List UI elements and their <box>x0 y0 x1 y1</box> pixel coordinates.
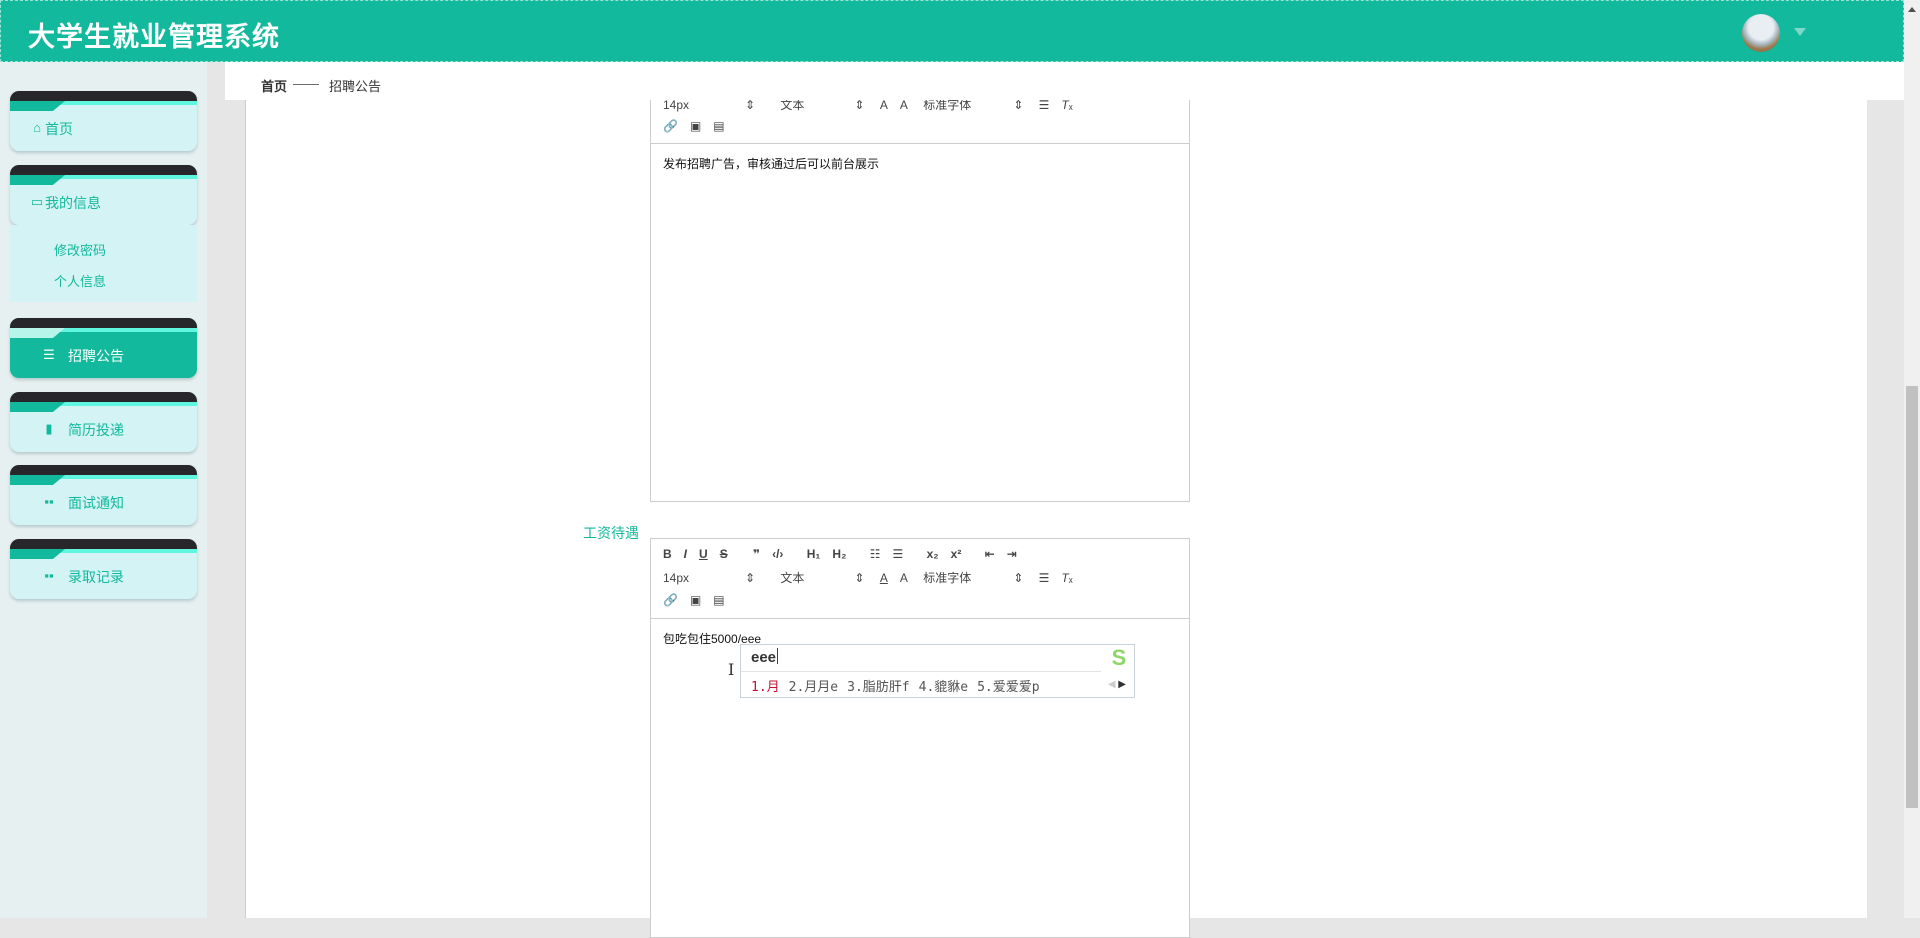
clear-format-icon[interactable]: Tₓ <box>1061 98 1072 112</box>
ime-candidate[interactable]: 4.貔貅e <box>919 680 968 695</box>
sliders-icon: ☰ <box>43 347 55 362</box>
quote-icon[interactable]: ❞ <box>753 547 760 561</box>
sidebar-item-label: 首页 <box>45 121 73 137</box>
ime-candidate[interactable]: 1.月 <box>751 680 780 695</box>
bg-color-icon[interactable]: A <box>900 98 908 112</box>
bullet-list-icon[interactable]: ☰ <box>893 547 904 561</box>
ime-page-arrows-icon[interactable]: ◀ ▶ <box>1108 679 1126 690</box>
video-icon[interactable]: ▤ <box>713 593 724 607</box>
submenu-item-change-password[interactable]: 修改密码 <box>54 240 106 259</box>
sidebar-item-label: 招聘公告 <box>68 348 124 364</box>
editor-toolbar-row: 14px ⇕ 文本 ⇕ AA 标准字体 ⇕ ☰ Tₓ <box>663 569 1073 586</box>
image-icon[interactable]: ▣ <box>690 593 701 607</box>
scroll-up-icon[interactable] <box>1908 7 1916 12</box>
bg-color-icon[interactable]: A <box>900 571 908 585</box>
book-icon: ▮ <box>45 421 53 436</box>
editor-content[interactable]: 发布招聘广告，审核通过后可以前台展示 <box>663 155 879 172</box>
align-icon[interactable]: ☰ <box>1039 98 1050 112</box>
divider <box>651 143 1189 144</box>
ime-composition: eee <box>751 649 777 666</box>
rich-editor-1[interactable]: 14px ⇕ 文本 ⇕ AA 标准字体 ⇕ ☰ Tₓ 🔗 ▣ ▤ 发布招聘广告，审核通过后可… <box>650 80 1190 502</box>
editor-toolbar-row: 🔗 ▣ ▤ <box>663 593 737 607</box>
ime-logo: S <box>1111 645 1127 670</box>
sidebar-item-interview[interactable]: ▪▪ 面试通知 <box>10 465 197 525</box>
sidebar-item-job-posts[interactable]: ☰ 招聘公告 <box>10 318 197 378</box>
outdent-icon[interactable]: ⇤ <box>985 547 995 561</box>
submenu-my-info: 修改密码 个人信息 <box>10 225 197 302</box>
font-color-icon[interactable]: A <box>880 98 888 112</box>
breadcrumb-current: 招聘公告 <box>329 79 382 94</box>
font-size-select[interactable]: 14px <box>663 98 733 112</box>
h1-icon[interactable]: H₁ <box>807 547 821 561</box>
align-icon[interactable]: ☰ <box>1039 571 1050 585</box>
text-cursor-icon: I <box>728 660 735 679</box>
user-avatar[interactable] <box>1742 14 1780 52</box>
ime-candidate[interactable]: 3.脂肪肝f <box>847 680 909 695</box>
strike-icon[interactable]: S <box>720 547 728 561</box>
salary-label: 工资待遇 <box>583 525 639 541</box>
h2-icon[interactable]: H₂ <box>832 547 846 561</box>
heading-select[interactable]: 文本 <box>780 569 842 586</box>
sidebar-item-label: 简历投递 <box>68 422 124 438</box>
caret-down-icon[interactable] <box>1794 28 1806 36</box>
superscript-icon[interactable]: x² <box>951 547 962 561</box>
rich-editor-2[interactable]: BIUS ❞ ‹/› H₁ H₂ ☷ ☰ x₂ x² ⇤ ⇥ 14px ⇕ 文本 ⇕ AA 标… <box>650 538 1190 938</box>
font-family-select[interactable]: 标准字体 <box>923 569 1001 586</box>
sidebar-item-my-info[interactable]: ▭ 我的信息 <box>10 165 197 225</box>
right-gutter <box>1867 100 1904 918</box>
breadcrumb-home[interactable]: 首页 <box>261 76 287 95</box>
sidebar-item-label: 录取记录 <box>68 569 124 585</box>
home-icon: ⌂ <box>33 120 41 135</box>
italic-icon[interactable]: I <box>684 547 687 561</box>
editor-toolbar: BIUS ❞ ‹/› H₁ H₂ ☷ ☰ x₂ x² ⇤ ⇥ <box>663 547 1029 561</box>
sidebar-item-label: 我的信息 <box>45 195 101 211</box>
ordered-list-icon[interactable]: ☷ <box>870 547 881 561</box>
gutter <box>207 62 245 918</box>
divider <box>741 671 1101 672</box>
underline-icon[interactable]: U <box>699 547 708 561</box>
ime-candidate[interactable]: 2.月月e <box>789 680 838 695</box>
breadcrumb: 首页 —— 招聘公告 <box>225 62 1904 100</box>
submenu-item-personal-info[interactable]: 个人信息 <box>54 271 106 290</box>
app-title: 大学生就业管理系统 <box>28 22 280 52</box>
scrollbar-thumb[interactable] <box>1906 386 1918 808</box>
divider <box>651 618 1189 619</box>
image-icon[interactable]: ▣ <box>690 119 701 133</box>
ime-candidates: 1.月 2.月月e 3.脂肪肝f 4.貔貅e 5.爱爱爱p <box>751 676 1049 695</box>
breadcrumb-separator: —— <box>293 76 319 91</box>
sidebar-item-home[interactable]: ⌂ 首页 <box>10 91 197 151</box>
ime-candidate[interactable]: 5.爱爱爱p <box>977 680 1039 695</box>
page-scrollbar[interactable] <box>1904 0 1920 918</box>
sidebar-item-admission[interactable]: ▪▪ 录取记录 <box>10 539 197 599</box>
top-header: 大学生就业管理系统 <box>0 0 1904 62</box>
link-icon[interactable]: 🔗 <box>663 119 678 133</box>
grid-icon: ▪▪ <box>44 568 54 583</box>
video-icon[interactable]: ▤ <box>713 119 724 133</box>
indent-icon[interactable]: ⇥ <box>1007 547 1017 561</box>
font-size-select[interactable]: 14px <box>663 571 733 585</box>
code-icon[interactable]: ‹/› <box>772 547 783 561</box>
subscript-icon[interactable]: x₂ <box>927 547 939 561</box>
card-icon: ▭ <box>30 194 44 209</box>
sidebar-item-resume[interactable]: ▮ 简历投递 <box>10 392 197 452</box>
ime-candidate-popup[interactable]: eee S 1.月 2.月月e 3.脂肪肝f 4.貔貅e 5.爱爱爱p ◀ ▶ <box>740 644 1135 698</box>
link-icon[interactable]: 🔗 <box>663 593 678 607</box>
editor-toolbar-row: 🔗 ▣ ▤ <box>663 119 737 133</box>
font-color-icon[interactable]: A <box>880 571 888 585</box>
grid-icon: ▪▪ <box>44 494 54 509</box>
bold-icon[interactable]: B <box>663 547 672 561</box>
clear-format-icon[interactable]: Tₓ <box>1061 571 1072 585</box>
sidebar-item-label: 面试通知 <box>68 495 124 511</box>
